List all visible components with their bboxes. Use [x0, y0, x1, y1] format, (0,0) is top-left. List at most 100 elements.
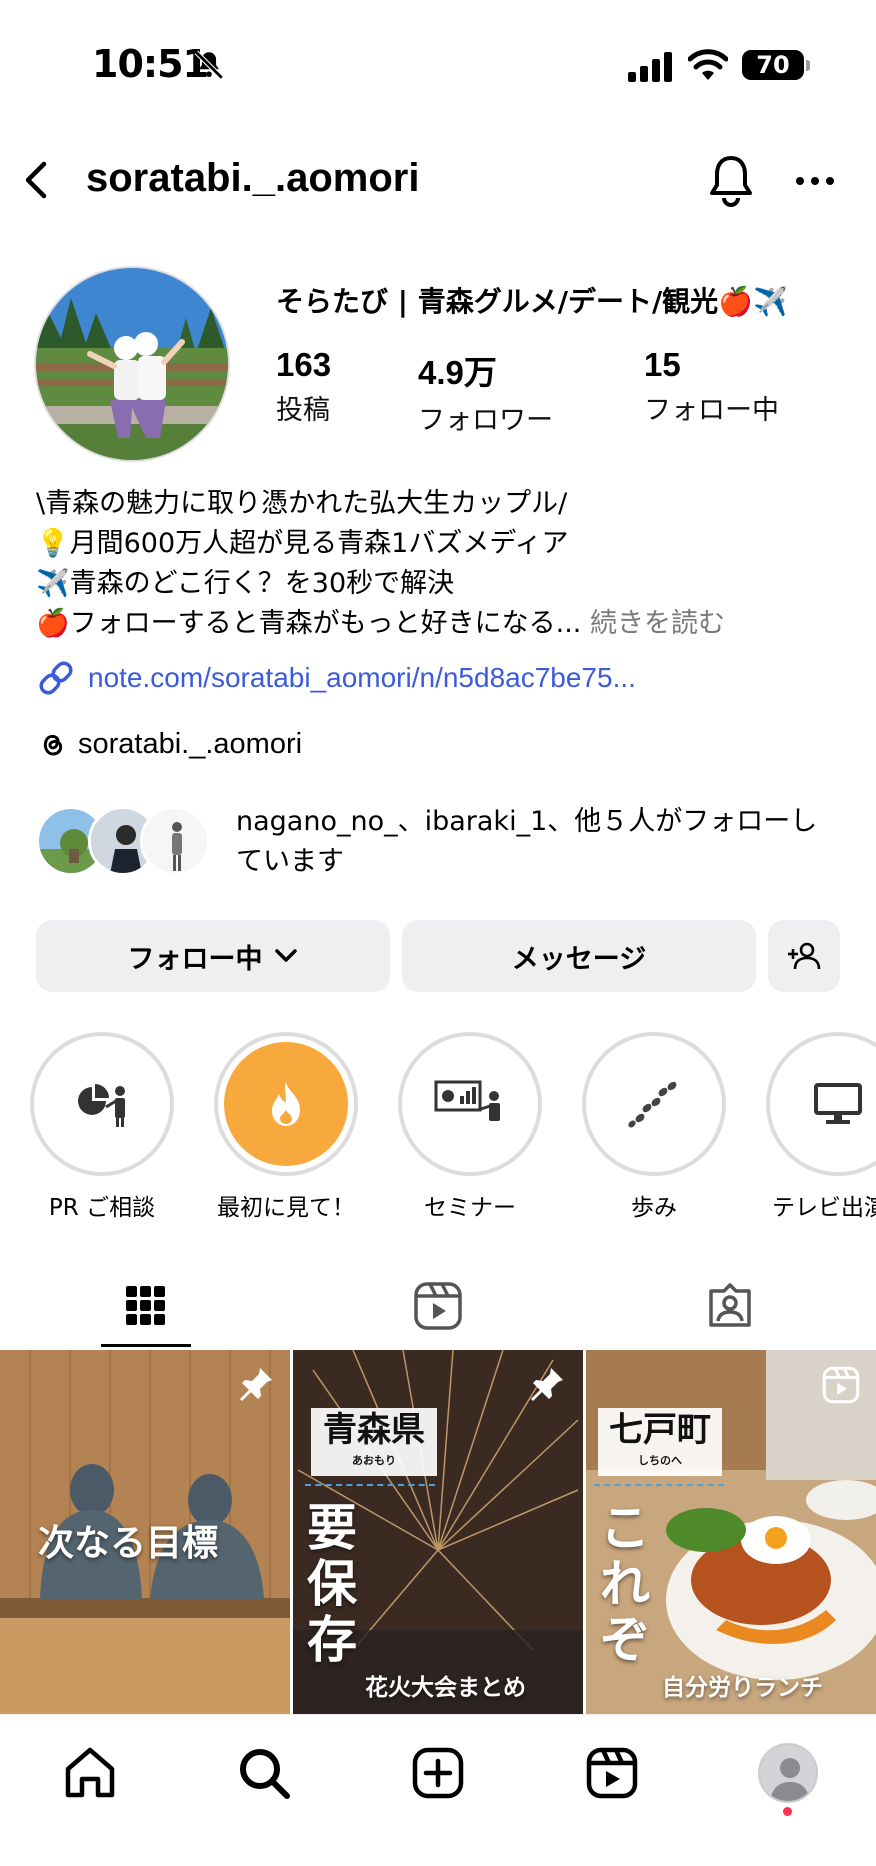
tab-posts-grid[interactable] [0, 1266, 292, 1346]
bio-line-text: 🍎フォローすると青森がもっと好きになる... [36, 608, 582, 639]
search-icon[interactable] [236, 1745, 292, 1801]
route-line [305, 1484, 435, 1486]
tagged-person-icon [709, 1283, 751, 1327]
reel-badge-icon [822, 1366, 860, 1404]
route-line [594, 1484, 724, 1486]
reels-nav-icon[interactable] [584, 1745, 640, 1801]
status-time: 10:51 [92, 42, 209, 86]
post-headline: 要保存 [307, 1499, 357, 1669]
place-name: 七戸町 [609, 1410, 711, 1450]
profile-display-name: そらたび | 青森グルメ/デート/観光🍎✈️ [276, 285, 788, 318]
highlight-label: 歩み [631, 1195, 677, 1221]
highlight-cover [592, 1042, 716, 1166]
stat-following[interactable]: 15 フォロー中 [644, 346, 779, 427]
profile-nav-avatar[interactable] [758, 1743, 818, 1803]
pie-chart-presenter-icon [78, 1084, 125, 1127]
profile-header: soratabi._.aomori [0, 140, 876, 220]
more-options-icon[interactable] [790, 166, 840, 196]
reels-icon [414, 1282, 462, 1330]
battery-indicator: 70 [742, 50, 804, 80]
mutual-followers-text[interactable]: nagano_no_、ibaraki_1、他５人がフォローしています [236, 802, 836, 882]
highlight-ring [214, 1032, 358, 1176]
following-button[interactable]: フォロー中 [36, 920, 390, 992]
user-avatar-icon [770, 1758, 810, 1801]
stat-following-label: フォロー中 [644, 395, 779, 426]
profile-link[interactable]: note.com/soratabi_aomori/n/n5d8ac7be75..… [36, 656, 636, 700]
bio-line: \青森の魅力に取り憑かれた弘大生カップル/ [36, 488, 568, 519]
monitor-icon [814, 1083, 862, 1124]
stat-following-count: 15 [644, 346, 681, 383]
post-subheadline: 自分労りランチ [662, 1675, 823, 1701]
profile-avatar[interactable] [34, 266, 230, 462]
cellular-signal-icon [628, 52, 672, 82]
grid-icon [126, 1286, 165, 1325]
stat-posts[interactable]: 163 投稿 [276, 346, 331, 427]
place-card: 七戸町 しちのへ [598, 1408, 722, 1476]
highlight-label: 最初に見て！ [217, 1195, 355, 1221]
back-chevron-icon[interactable] [16, 158, 56, 202]
posts-grid: 次なる目標 青森県 あおもり 要保存 花火大会まとめ 七戸町 しちのへ これぞ … [0, 1350, 876, 1714]
profile-username: soratabi._.aomori [86, 156, 420, 200]
post-tile[interactable]: 七戸町 しちのへ これぞ 自分労りランチ [586, 1350, 876, 1714]
wifi-icon [688, 49, 728, 80]
highlight-label: テレビ出演 [772, 1195, 876, 1221]
pin-icon [240, 1368, 272, 1401]
notification-dot [783, 1807, 792, 1816]
bio-line: 💡月間600万人超が見る青森1バズメディア [36, 528, 569, 559]
stat-posts-count: 163 [276, 346, 332, 383]
chevron-down-icon [274, 949, 297, 962]
battery-tip [806, 60, 810, 71]
post-tile[interactable]: 次なる目標 [0, 1350, 290, 1714]
highlight-journey[interactable]: 歩み [582, 1032, 726, 1222]
highlight-cover [408, 1042, 532, 1166]
place-name: 青森県 [323, 1410, 425, 1450]
threads-badge[interactable]: soratabi._.aomori [36, 724, 302, 764]
home-icon[interactable] [62, 1745, 118, 1801]
highlight-pr[interactable]: PR ご相談 [30, 1032, 174, 1222]
notification-bell-icon[interactable] [706, 152, 756, 208]
highlight-cover [776, 1042, 876, 1166]
read-more-link[interactable]: 続きを読む [590, 608, 725, 639]
bottom-navigation [0, 1714, 876, 1866]
mutual-followers-avatars[interactable] [36, 806, 210, 878]
place-kana: あおもり [352, 1454, 396, 1467]
status-bar: 10:51 70 [0, 0, 876, 120]
presentation-icon [434, 1080, 500, 1121]
pin-icon [531, 1368, 563, 1401]
message-button[interactable]: メッセージ [402, 920, 756, 992]
post-caption: 次なる目標 [38, 1523, 219, 1564]
highlight-label: セミナー [424, 1195, 516, 1221]
content-tabs [0, 1266, 876, 1347]
post-tile[interactable]: 青森県 あおもり 要保存 花火大会まとめ [293, 1350, 583, 1714]
highlight-cover [40, 1042, 164, 1166]
highlight-tv[interactable]: テレビ出演 [766, 1032, 876, 1222]
message-button-label: メッセージ [511, 943, 647, 975]
stat-followers-count: 4.9万 [418, 354, 497, 391]
suggest-user-button[interactable] [768, 920, 840, 992]
place-kana: しちのへ [638, 1454, 682, 1467]
fire-icon [272, 1082, 300, 1126]
highlight-cover [224, 1042, 348, 1166]
highlight-seminar[interactable]: セミナー [398, 1032, 542, 1222]
active-tab-indicator [101, 1344, 191, 1347]
place-card: 青森県 あおもり [311, 1408, 437, 1476]
link-icon [39, 661, 73, 695]
tab-reels[interactable] [292, 1266, 584, 1346]
add-person-icon [788, 942, 821, 970]
mutual-avatar [140, 806, 210, 876]
profile-bio: \青森の魅力に取り憑かれた弘大生カップル/ 💡月間600万人超が見る青森1バズメ… [36, 484, 856, 644]
tab-tagged[interactable] [584, 1266, 876, 1346]
stat-followers[interactable]: 4.9万 フォロワー [418, 346, 553, 437]
highlight-ring [766, 1032, 876, 1176]
bio-line: ✈️青森のどこ行く？を30秒で解決 [36, 568, 455, 599]
highlight-first-look[interactable]: 最初に見て！ [214, 1032, 358, 1222]
post-headline: これぞ [600, 1499, 650, 1669]
create-post-icon[interactable] [410, 1745, 466, 1801]
following-button-label: フォロー中 [127, 943, 263, 975]
profile-link-text[interactable]: note.com/soratabi_aomori/n/n5d8ac7be75..… [88, 662, 636, 694]
highlight-label: PR ご相談 [48, 1195, 156, 1221]
stat-posts-label: 投稿 [276, 395, 330, 426]
footprints-icon [628, 1081, 677, 1128]
highlight-ring [398, 1032, 542, 1176]
bio-line-last: 🍎フォローすると青森がもっと好きになる... 続きを読む [36, 604, 856, 644]
